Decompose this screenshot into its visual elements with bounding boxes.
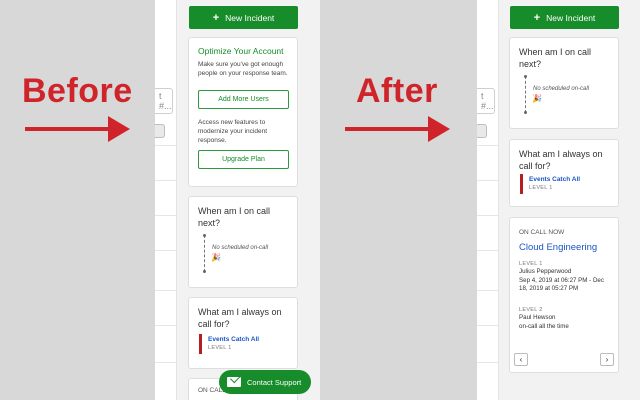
service-color-bar — [199, 334, 202, 354]
new-incident-button[interactable]: + New Incident — [510, 6, 619, 29]
chevron-right-icon[interactable]: › — [600, 353, 614, 366]
before-panel-background: Before — [0, 0, 155, 400]
on-call-now-heading: ON CALL NOW — [519, 229, 565, 236]
service-link[interactable]: Events Catch All — [208, 336, 259, 343]
optimize-account-card: Optimize Your Account Make sure you've g… — [188, 37, 298, 187]
always-on-call-card: What am I always on call for? Events Cat… — [188, 297, 298, 369]
service-color-bar — [520, 174, 523, 194]
no-scheduled-text: No scheduled on-call — [212, 245, 269, 251]
level-1-label: LEVEL 1 — [519, 261, 543, 267]
always-on-call-title: What am I always on call for? — [519, 149, 603, 171]
optimize-text-2: Access new features to modernize your in… — [198, 119, 268, 144]
right-table-strip: t #... — [477, 0, 499, 400]
search-input-fragment[interactable]: t #... — [155, 88, 173, 114]
on-call-now-card: ON CALL NOW Cloud Engineering LEVEL 1 Ju… — [509, 217, 619, 373]
when-on-call-card: When am I on call next? No scheduled on-… — [188, 196, 298, 288]
new-incident-label: New Incident — [546, 12, 596, 23]
party-icon: 🎉 — [211, 253, 221, 262]
envelope-icon — [227, 377, 241, 387]
after-app-screenshot: t #... + New Incident When am I on call … — [477, 0, 640, 400]
before-app-screenshot: t #... + New Incident Optimize Your Acco… — [155, 0, 320, 400]
plus-icon: + — [533, 11, 541, 24]
service-level: LEVEL 1 — [529, 185, 553, 191]
after-arrow-head — [428, 116, 450, 142]
filter-button-fragment[interactable] — [477, 124, 487, 138]
filter-button-fragment[interactable] — [155, 124, 165, 138]
plus-icon: + — [212, 11, 220, 24]
optimize-title: Optimize Your Account — [198, 46, 284, 56]
after-label: After — [356, 72, 438, 110]
person-2-status: on-call all the time — [519, 323, 569, 330]
person-1-dates: Sep 4, 2019 at 06:27 PM - Dec 18, 2019 a… — [519, 277, 604, 292]
party-icon: 🎉 — [532, 94, 542, 103]
after-arrow-shaft — [345, 127, 431, 131]
before-arrow-shaft — [25, 127, 111, 131]
service-level: LEVEL 1 — [208, 345, 232, 351]
chevron-left-icon[interactable]: ‹ — [514, 353, 528, 366]
upgrade-plan-button[interactable]: Upgrade Plan — [198, 150, 289, 169]
contact-support-label: Contact Support — [247, 377, 302, 387]
add-more-users-button[interactable]: Add More Users — [198, 90, 289, 109]
before-label: Before — [22, 72, 133, 110]
level-2-label: LEVEL 2 — [519, 307, 543, 313]
search-input-fragment[interactable]: t #... — [477, 88, 495, 114]
when-on-call-title: When am I on call next? — [519, 47, 592, 69]
new-incident-button[interactable]: + New Incident — [189, 6, 298, 29]
contact-support-button[interactable]: Contact Support — [219, 370, 312, 394]
service-link[interactable]: Events Catch All — [529, 176, 580, 183]
always-on-call-card: What am I always on call for? Events Cat… — [509, 139, 619, 207]
person-1-link[interactable]: Julius Pepperwood — [519, 268, 571, 276]
team-link[interactable]: Cloud Engineering — [519, 242, 597, 253]
new-incident-label: New Incident — [225, 12, 275, 23]
left-table-strip: t #... — [155, 0, 177, 400]
no-scheduled-text: No scheduled on-call — [533, 86, 590, 92]
before-arrow-head — [108, 116, 130, 142]
person-2-link[interactable]: Paul Hewson — [519, 314, 555, 322]
when-on-call-title: When am I on call next? — [198, 206, 271, 228]
after-panel-background: After — [320, 0, 477, 400]
optimize-text: Make sure you've got enough people on yo… — [198, 61, 288, 77]
always-on-call-title: What am I always on call for? — [198, 307, 282, 329]
when-on-call-card: When am I on call next? No scheduled on-… — [509, 37, 619, 129]
